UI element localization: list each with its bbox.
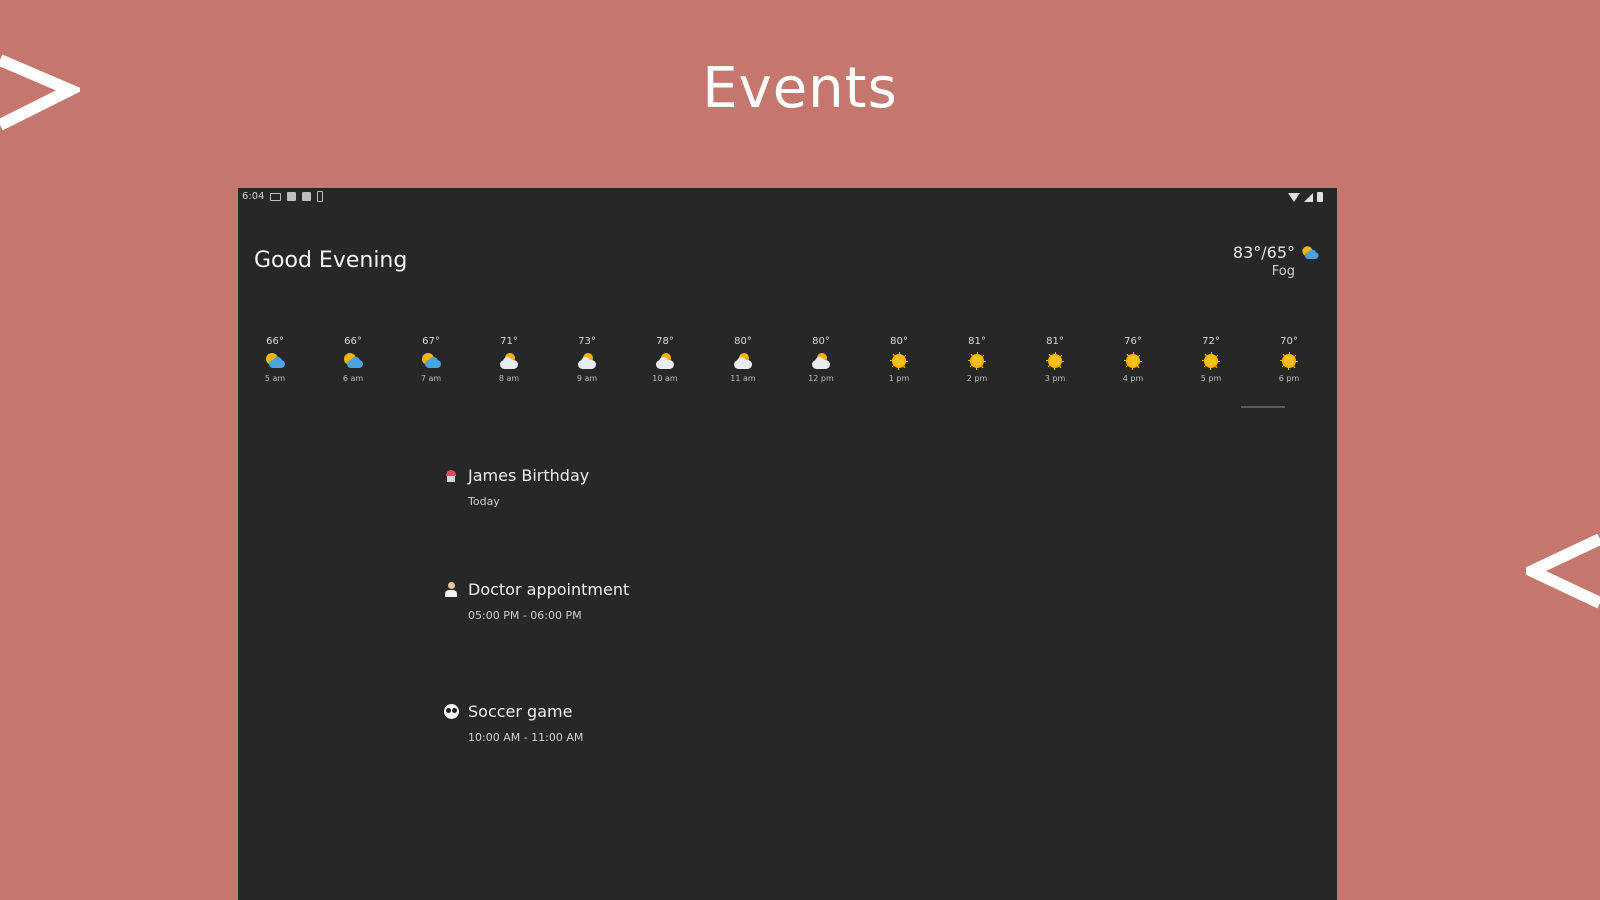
wifi-icon <box>1288 192 1300 202</box>
event-item[interactable]: James Birthday Today <box>442 466 589 508</box>
hourly-temp: 71° <box>500 336 518 347</box>
status-time: 6:04 <box>242 191 265 202</box>
mail-icon <box>270 192 282 201</box>
hourly-time: 7 am <box>420 374 442 383</box>
hourly-item[interactable]: 76° 4 pm <box>1103 336 1163 384</box>
hourly-time: 11 am <box>730 374 756 383</box>
promo-title: Events <box>702 56 898 121</box>
hourly-time: 4 pm <box>1122 374 1144 383</box>
hourly-time: 8 am <box>498 374 520 383</box>
selected-hour-indicator <box>1241 406 1285 408</box>
hourly-time: 6 am <box>342 374 364 383</box>
hourly-time: 2 pm <box>966 374 988 383</box>
status-right <box>1288 192 1323 202</box>
hourly-item[interactable]: 66° 5 am <box>245 336 305 384</box>
hourly-time: 12 pm <box>808 374 834 383</box>
current-temp: 83°/65° <box>1232 243 1295 262</box>
hourly-item[interactable]: 80° 1 pm <box>869 336 929 384</box>
current-condition: Fog <box>1271 264 1295 279</box>
event-item[interactable]: Doctor appointment 05:00 PM - 06:00 PM <box>442 580 629 622</box>
sun-icon <box>869 350 929 372</box>
hourly-temp: 66° <box>266 336 284 347</box>
sun-icon <box>1259 350 1319 372</box>
hourly-item[interactable]: 80° 11 am <box>713 336 773 384</box>
clipboard-icon <box>302 192 312 201</box>
sun-icon <box>1025 350 1085 372</box>
calendar-icon <box>287 192 297 201</box>
greeting-title: Good Evening <box>254 248 408 273</box>
hourly-item[interactable]: 70° 6 pm <box>1259 336 1319 384</box>
event-title: James Birthday <box>468 466 590 485</box>
chevron-left-icon <box>1526 533 1600 609</box>
hourly-time: 5 pm <box>1200 374 1222 383</box>
hourly-item[interactable]: 81° 3 pm <box>1025 336 1085 384</box>
hourly-time: 10 am <box>652 374 678 383</box>
hourly-temp: 72° <box>1202 336 1220 347</box>
hourly-temp: 81° <box>1046 336 1064 347</box>
sun-icon <box>1181 350 1241 372</box>
cloudy-icon <box>791 350 851 372</box>
hourly-item[interactable]: 72° 5 pm <box>1181 336 1241 384</box>
event-subtitle: Today <box>468 495 500 508</box>
event-title: Doctor appointment <box>468 580 630 599</box>
signal-icon <box>1304 192 1313 202</box>
hourly-temp: 66° <box>344 336 362 347</box>
event-item[interactable]: Soccer game 10:00 AM - 11:00 AM <box>442 702 583 744</box>
hourly-item[interactable]: 66° 6 am <box>323 336 383 384</box>
partly-sunny-icon <box>401 350 461 372</box>
hourly-item[interactable]: 80° 12 pm <box>791 336 851 384</box>
hourly-time: 5 am <box>264 374 286 383</box>
hourly-temp: 81° <box>968 336 986 347</box>
doctor-icon <box>442 581 460 599</box>
phone-icon <box>317 191 324 202</box>
event-subtitle: 05:00 PM - 06:00 PM <box>468 609 582 622</box>
hourly-item[interactable]: 78° 10 am <box>635 336 695 384</box>
hourly-temp: 73° <box>578 336 596 347</box>
hourly-temp: 78° <box>656 336 674 347</box>
hourly-item[interactable]: 81° 2 pm <box>947 336 1007 384</box>
hourly-time: 3 pm <box>1044 374 1066 383</box>
cloudy-icon <box>479 350 539 372</box>
hourly-item[interactable]: 67° 7 am <box>401 336 461 384</box>
hourly-temp: 80° <box>734 336 752 347</box>
hourly-temp: 67° <box>422 336 440 347</box>
current-weather[interactable]: 83°/65° Fog <box>1233 243 1321 279</box>
hourly-time: 9 am <box>576 374 598 383</box>
sun-icon <box>1103 350 1163 372</box>
cupcake-icon <box>442 467 460 485</box>
sun-icon <box>947 350 1007 372</box>
hourly-time: 1 pm <box>888 374 910 383</box>
event-title: Soccer game <box>468 702 573 721</box>
hourly-temp: 76° <box>1124 336 1142 347</box>
hourly-time: 6 pm <box>1278 374 1300 383</box>
hourly-forecast[interactable]: 66° 5 am 66° 6 am 67° 7 am 71° 8 am 73° 9 am 78° 10… <box>238 336 1337 406</box>
event-subtitle: 10:00 AM - 11:00 AM <box>468 731 584 744</box>
soccer-ball-icon <box>442 703 460 721</box>
battery-icon <box>1317 192 1323 202</box>
status-bar: 6:04 <box>238 188 1337 208</box>
device-screen: 6:04 Good Evening 83°/65° Fog 66° 5 am 6… <box>238 188 1337 900</box>
partly-sunny-icon <box>323 350 383 372</box>
cloudy-icon <box>557 350 617 372</box>
status-left: 6:04 <box>242 191 324 202</box>
cloudy-icon <box>713 350 773 372</box>
hourly-item[interactable]: 71° 8 am <box>479 336 539 384</box>
cloudy-icon <box>635 350 695 372</box>
hourly-temp: 70° <box>1280 336 1298 347</box>
partly-sunny-icon <box>1301 245 1320 260</box>
hourly-temp: 80° <box>812 336 830 347</box>
partly-sunny-icon <box>245 350 305 372</box>
hourly-item[interactable]: 73° 9 am <box>557 336 617 384</box>
hourly-temp: 80° <box>890 336 908 347</box>
promo-page: Events 6:04 Good Evening 83°/65° Fog 66°… <box>0 0 1600 900</box>
